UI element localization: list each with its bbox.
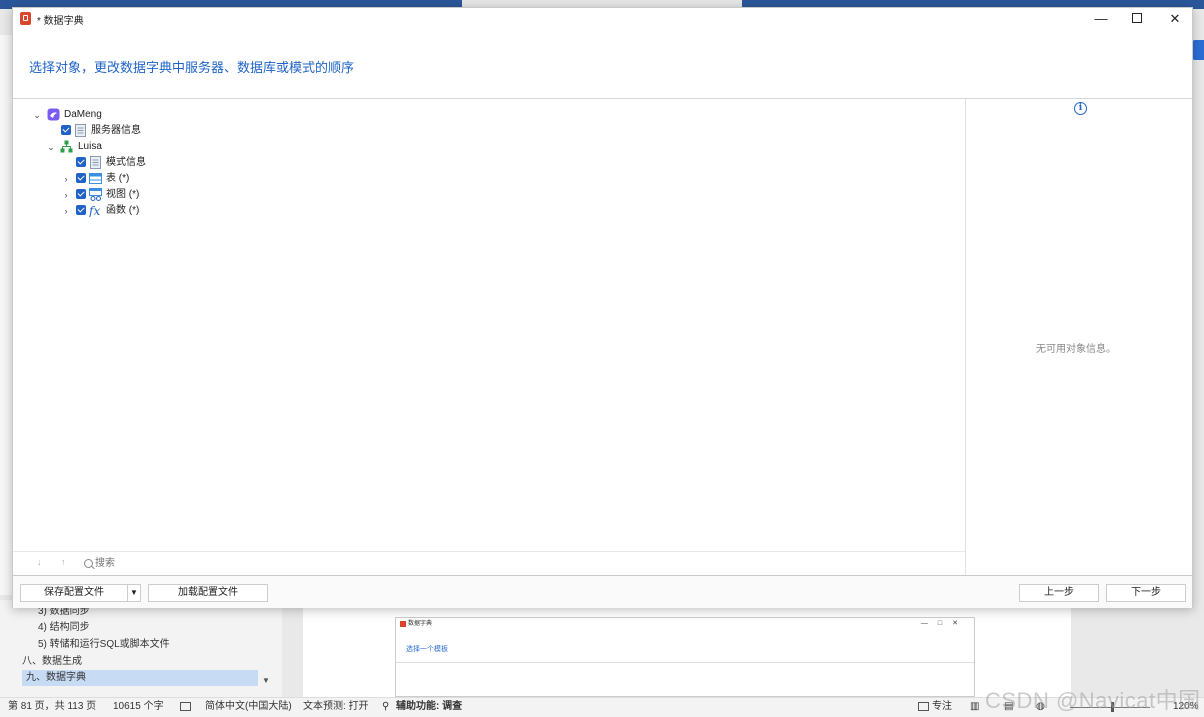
dialog-title-bar: * 数据字典 — ✕	[13, 8, 1192, 30]
status-focus[interactable]: 专注	[932, 698, 952, 716]
search-icon	[84, 559, 93, 568]
tree-node-server-info[interactable]: 服务器信息	[13, 123, 313, 139]
accessibility-icon[interactable]: ⚲	[382, 698, 389, 716]
wizard-instruction: 选择对象，更改数据字典中服务器、数据库或模式的顺序	[29, 60, 355, 75]
tree-toolbar: ↓ ↑	[13, 551, 965, 576]
tree-label: 视图 (*)	[106, 189, 140, 200]
thumbnail-title-bar: 数据字典 —□✕	[396, 618, 974, 630]
chevron-right-icon[interactable]: ›	[61, 171, 71, 187]
tree-label: 函数 (*)	[106, 205, 140, 216]
next-button[interactable]: 下一步	[1106, 584, 1186, 602]
status-words[interactable]: 10615 个字	[113, 698, 164, 716]
document-icon	[90, 156, 101, 169]
tree-node-tables[interactable]: › 表 (*)	[13, 171, 313, 187]
background-ribbon-strip	[0, 35, 12, 595]
previous-button[interactable]: 上一步	[1019, 584, 1099, 602]
close-button[interactable]: ✕	[1156, 8, 1194, 30]
thumbnail-heading: 选择一个模板	[406, 646, 448, 653]
tree-label: 服务器信息	[91, 125, 141, 136]
nav-item-selected[interactable]: 九、数据字典	[22, 670, 258, 686]
svg-text:fx: fx	[89, 204, 100, 217]
status-language[interactable]: 简体中文(中国大陆)	[205, 698, 292, 716]
document-icon	[75, 124, 86, 137]
load-config-button[interactable]: 加载配置文件	[148, 584, 268, 602]
dialog-title: * 数据字典	[37, 16, 84, 27]
function-icon: fx	[89, 204, 100, 217]
checkbox-checked[interactable]	[76, 205, 86, 215]
tree-label: Luisa	[78, 141, 102, 152]
no-info-text: 无可用对象信息。	[1036, 344, 1116, 355]
search-input[interactable]	[95, 555, 295, 571]
nav-scroll-down-icon[interactable]: ▼	[262, 676, 270, 685]
minimize-button[interactable]: —	[1082, 8, 1120, 30]
tree-node-functions[interactable]: › fx 函数 (*)	[13, 203, 313, 219]
chevron-right-icon[interactable]: ›	[61, 203, 71, 219]
info-icon[interactable]: i	[1074, 102, 1087, 115]
wizard-header: 选择对象，更改数据字典中服务器、数据库或模式的顺序	[13, 30, 1192, 99]
object-info-panel: i 无可用对象信息。	[965, 99, 1193, 575]
status-accessibility[interactable]: 辅助功能: 调查	[396, 698, 462, 716]
navicat-app-icon	[20, 12, 31, 25]
table-icon	[89, 173, 102, 184]
tree-node-connection[interactable]: ⌄ DaMeng	[13, 107, 313, 123]
chevron-down-icon[interactable]: ⌄	[32, 107, 42, 123]
tree-label: DaMeng	[64, 109, 102, 120]
move-up-icon[interactable]: ↑	[61, 557, 66, 567]
tree-node-schema[interactable]: ⌄ Luisa	[13, 139, 313, 155]
move-down-icon[interactable]: ↓	[37, 557, 42, 567]
save-config-button[interactable]: 保存配置文件	[20, 584, 128, 602]
checkbox-checked[interactable]	[76, 189, 86, 199]
focus-icon[interactable]	[918, 698, 932, 716]
nav-item[interactable]: 4) 结构同步	[38, 620, 90, 636]
dialog-footer: 保存配置文件 ▼ 加载配置文件 上一步 下一步	[13, 575, 1192, 608]
read-mode-icon[interactable]: ▥	[970, 698, 979, 716]
checkbox-checked[interactable]	[61, 125, 71, 135]
tree-node-schema-info[interactable]: 模式信息	[13, 155, 313, 171]
thumbnail-app-icon	[400, 621, 406, 627]
tree-node-views[interactable]: › 视图 (*)	[13, 187, 313, 203]
watermark: CSDN @Navicat中国	[985, 688, 1201, 713]
chevron-down-icon[interactable]: ⌄	[46, 139, 56, 155]
nav-item[interactable]: 八、数据生成	[22, 654, 82, 670]
dameng-connection-icon	[47, 108, 60, 121]
background-share-button[interactable]	[1192, 40, 1204, 60]
status-page[interactable]: 第 81 页，共 113 页	[8, 698, 96, 716]
checkbox-checked[interactable]	[76, 157, 86, 167]
nav-item[interactable]: 5) 转储和运行SQL或脚本文件	[38, 637, 170, 653]
thumbnail-title: 数据字典	[408, 621, 433, 627]
data-dictionary-dialog: * 数据字典 — ✕ 选择对象，更改数据字典中服务器、数据库或模式的顺序 ⌄ D…	[12, 7, 1193, 608]
chevron-down-icon[interactable]: ▼	[127, 584, 141, 602]
status-text-prediction[interactable]: 文本预测: 打开	[303, 698, 369, 716]
chevron-right-icon[interactable]: ›	[61, 187, 71, 203]
document-screenshot-image: 数据字典 —□✕ 选择一个模板	[395, 617, 975, 697]
tree-label: 模式信息	[106, 157, 146, 168]
view-icon	[89, 188, 102, 201]
schema-icon	[60, 140, 73, 153]
maximize-button[interactable]	[1118, 8, 1156, 30]
maximize-icon	[1132, 13, 1142, 23]
object-tree: ⌄ DaMeng 服务器信息 ⌄ Luisa 模式信息 › 表 (*) › 视图…	[13, 99, 965, 551]
proofing-icon[interactable]	[180, 698, 194, 716]
checkbox-checked[interactable]	[76, 173, 86, 183]
thumbnail-window-controls: —□✕	[920, 620, 968, 627]
thumbnail-divider	[396, 662, 974, 663]
tree-label: 表 (*)	[106, 173, 130, 184]
